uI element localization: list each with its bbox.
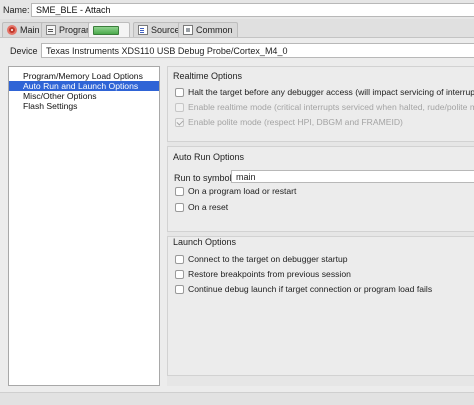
tab-common[interactable]: Common <box>178 22 238 37</box>
halt-target-option[interactable]: Halt the target before any debugger acce… <box>175 86 474 98</box>
restore-breakpoints-checkbox[interactable] <box>175 269 184 279</box>
polite-mode-checkbox <box>175 117 184 127</box>
polite-mode-option: Enable polite mode (respect HPI, DBGM an… <box>175 116 403 128</box>
options-tree: Program/Memory Load Options Auto Run and… <box>8 66 160 386</box>
tab-source[interactable]: Source <box>133 22 185 37</box>
halt-target-checkbox[interactable] <box>175 87 184 97</box>
realtime-title: Realtime Options <box>173 71 243 81</box>
halt-target-label: Halt the target before any debugger acce… <box>188 87 474 97</box>
tab-target[interactable] <box>88 22 130 37</box>
tree-item-auto-run-launch[interactable]: Auto Run and Launch Options <box>9 81 159 91</box>
on-reset-checkbox[interactable] <box>175 202 184 212</box>
realtime-mode-label: Enable realtime mode (critical interrupt… <box>188 102 474 112</box>
restore-breakpoints-label: Restore breakpoints from previous sessio… <box>188 269 351 279</box>
device-label: Device <box>10 46 38 56</box>
program-icon <box>46 25 56 35</box>
restore-breakpoints-option[interactable]: Restore breakpoints from previous sessio… <box>175 268 351 280</box>
tab-main[interactable]: Main <box>2 22 45 37</box>
connect-on-startup-checkbox[interactable] <box>175 254 184 264</box>
continue-launch-checkbox[interactable] <box>175 284 184 294</box>
tab-bar: Main Program Source Common <box>0 19 474 38</box>
common-icon <box>183 25 193 35</box>
on-program-load-option[interactable]: On a program load or restart <box>175 185 296 197</box>
run-to-symbol-label: Run to symbol <box>174 173 232 183</box>
continue-launch-option[interactable]: Continue debug launch if target connecti… <box>175 283 432 295</box>
device-select[interactable]: Texas Instruments XDS110 USB Debug Probe… <box>41 43 474 58</box>
connect-on-startup-label: Connect to the target on debugger startu… <box>188 254 348 264</box>
tree-item-program-memory-load[interactable]: Program/Memory Load Options <box>9 71 159 81</box>
realtime-mode-checkbox <box>175 102 184 112</box>
source-icon <box>138 25 148 35</box>
tab-common-label: Common <box>196 25 233 35</box>
name-input[interactable]: SME_BLE - Attach <box>31 3 474 17</box>
launch-title: Launch Options <box>173 237 237 247</box>
realtime-mode-option: Enable realtime mode (critical interrupt… <box>175 101 474 113</box>
polite-mode-label: Enable polite mode (respect HPI, DBGM an… <box>188 117 403 127</box>
tree-item-misc-other[interactable]: Misc/Other Options <box>9 91 159 101</box>
tab-main-label: Main <box>20 25 40 35</box>
run-to-symbol-input[interactable]: main <box>231 170 474 183</box>
settings-panel <box>167 66 474 386</box>
on-reset-option[interactable]: On a reset <box>175 201 228 213</box>
continue-launch-label: Continue debug launch if target connecti… <box>188 284 433 294</box>
name-row: Name: SME_BLE - Attach <box>0 0 474 19</box>
on-reset-label: On a reset <box>188 202 229 212</box>
bottom-strip <box>0 392 474 405</box>
on-program-load-label: On a program load or restart <box>188 186 297 196</box>
tree-item-flash-settings[interactable]: Flash Settings <box>9 101 159 111</box>
autorun-title: Auto Run Options <box>173 152 245 162</box>
main-icon <box>7 25 17 35</box>
name-label: Name: <box>3 5 30 15</box>
connect-on-startup-option[interactable]: Connect to the target on debugger startu… <box>175 253 348 265</box>
on-program-load-checkbox[interactable] <box>175 186 184 196</box>
tab-source-label: Source <box>151 25 180 35</box>
target-icon <box>93 25 119 35</box>
